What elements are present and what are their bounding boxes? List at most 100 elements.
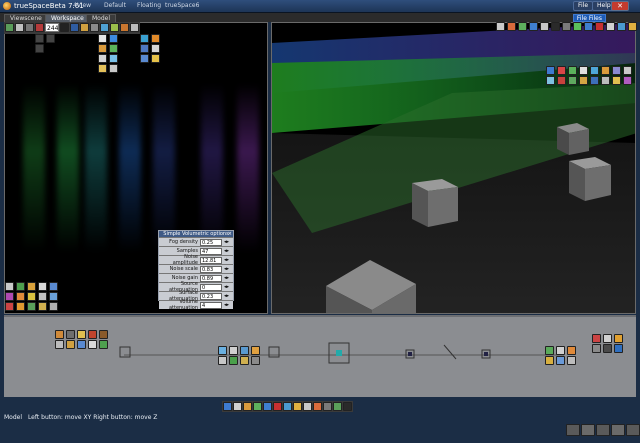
move-icon[interactable] — [109, 34, 118, 43]
file-files-button[interactable]: File Files — [572, 14, 606, 22]
tool-icon[interactable] — [16, 302, 25, 311]
tool-icon[interactable] — [557, 66, 566, 75]
tool-icon[interactable] — [218, 356, 227, 365]
tool-icon[interactable] — [579, 66, 588, 75]
tool-icon[interactable] — [617, 22, 626, 31]
axis-x-icon[interactable] — [253, 402, 262, 411]
tool-icon[interactable] — [27, 302, 36, 311]
cube-2[interactable] — [565, 153, 615, 207]
samples-field[interactable]: 47 — [200, 247, 222, 255]
tool-icon[interactable] — [27, 282, 36, 291]
tool-icon[interactable] — [546, 76, 555, 85]
tool-icon[interactable] — [343, 402, 352, 411]
tool-icon[interactable] — [223, 402, 232, 411]
tool-icon[interactable] — [233, 402, 242, 411]
tool-icon[interactable] — [283, 402, 292, 411]
tool-icon[interactable] — [545, 346, 554, 355]
path-icon[interactable] — [98, 64, 107, 73]
file-menu-button[interactable]: File — [573, 1, 594, 11]
close-icon[interactable]: × — [228, 231, 232, 237]
back-icon[interactable] — [35, 44, 44, 53]
tool-icon[interactable] — [603, 344, 612, 353]
keyframe-icon[interactable] — [80, 23, 89, 32]
tool-icon[interactable] — [88, 330, 97, 339]
axis-x-icon[interactable] — [573, 22, 582, 31]
paint-icon[interactable] — [140, 34, 149, 43]
tool-icon[interactable] — [592, 334, 601, 343]
texture-icon[interactable] — [151, 34, 160, 43]
tool-icon[interactable] — [614, 334, 623, 343]
menu-floating[interactable]: Floating — [137, 2, 161, 9]
tool-icon[interactable] — [601, 76, 610, 85]
tool-icon[interactable] — [601, 66, 610, 75]
tool-icon[interactable] — [313, 402, 322, 411]
tool-icon[interactable] — [99, 340, 108, 349]
noise-amplitude-field[interactable]: 12.81 — [200, 256, 222, 264]
tool-icon[interactable] — [518, 22, 527, 31]
tool-icon[interactable] — [55, 330, 64, 339]
tool-icon[interactable] — [557, 76, 566, 85]
tool-icon[interactable] — [623, 76, 632, 85]
tool-icon[interactable] — [545, 356, 554, 365]
tool-icon[interactable] — [5, 292, 14, 301]
rewind-icon[interactable] — [35, 34, 44, 43]
light-icon[interactable] — [100, 23, 109, 32]
tool-icon[interactable] — [562, 22, 571, 31]
scale-icon[interactable] — [98, 54, 107, 63]
noise-scale-field[interactable]: 0.83 — [200, 265, 222, 273]
tray-icon[interactable] — [566, 424, 580, 436]
tool-icon[interactable] — [507, 22, 516, 31]
tool-icon[interactable] — [540, 22, 549, 31]
axis-y-icon[interactable] — [263, 402, 272, 411]
tool-icon[interactable] — [229, 356, 238, 365]
fog-density-field[interactable]: 0.25 — [200, 238, 222, 246]
spin-arrows-icon[interactable]: ◂▸ — [222, 302, 231, 309]
tool-icon[interactable] — [49, 282, 58, 291]
tool-icon[interactable] — [66, 330, 75, 339]
bulb-icon[interactable] — [151, 54, 160, 63]
tool-icon[interactable] — [88, 340, 97, 349]
render-icon[interactable] — [120, 23, 129, 32]
tab-viewscene[interactable]: Viewscene — [4, 14, 48, 22]
axis-y-icon[interactable] — [584, 22, 593, 31]
tool-icon[interactable] — [568, 76, 577, 85]
tool-icon[interactable] — [612, 76, 621, 85]
tool-icon[interactable] — [77, 340, 86, 349]
view-icon[interactable] — [5, 23, 14, 32]
axis-z-icon[interactable] — [273, 402, 282, 411]
record-icon[interactable] — [35, 23, 44, 32]
tool-icon[interactable] — [240, 356, 249, 365]
spin-arrows-icon[interactable]: ◂▸ — [222, 257, 231, 264]
frame-number-input[interactable]: 244 — [45, 23, 59, 32]
spin-arrows-icon[interactable]: ◂▸ — [222, 293, 231, 300]
tool-icon[interactable] — [551, 22, 560, 31]
tool-icon[interactable] — [603, 334, 612, 343]
noise-gain-field[interactable]: 0.89 — [200, 274, 222, 282]
tool-icon[interactable] — [568, 66, 577, 75]
close-button[interactable]: ✕ — [611, 1, 629, 11]
tool-icon[interactable] — [623, 66, 632, 75]
tool-icon[interactable] — [612, 66, 621, 75]
spin-arrows-icon[interactable]: ◂▸ — [222, 266, 231, 273]
cube-3[interactable] — [555, 121, 591, 159]
tool-icon[interactable] — [49, 302, 58, 311]
tool-icon[interactable] — [606, 22, 615, 31]
grid-icon[interactable] — [90, 23, 99, 32]
volume-attenuation-field[interactable]: 4 — [200, 301, 222, 309]
menu-default[interactable]: Default — [104, 2, 126, 9]
link-editor-area[interactable] — [4, 315, 636, 397]
tool-icon[interactable] — [16, 292, 25, 301]
tool-icon[interactable] — [628, 22, 637, 31]
spin-arrows-icon[interactable]: ◂▸ — [222, 275, 231, 282]
material-icon[interactable] — [110, 23, 119, 32]
tool-icon[interactable] — [218, 346, 227, 355]
tool-icon[interactable] — [38, 292, 47, 301]
tool-icon[interactable] — [592, 344, 601, 353]
spin-arrows-icon[interactable]: ◂▸ — [222, 284, 231, 291]
tab-model[interactable]: Model — [86, 14, 117, 22]
tool-icon[interactable] — [496, 22, 505, 31]
next-frame-icon[interactable] — [70, 23, 79, 32]
shader-icon[interactable] — [140, 44, 149, 53]
menu-truespace6[interactable]: trueSpace6 — [165, 2, 199, 9]
rotate-icon[interactable] — [109, 44, 118, 53]
